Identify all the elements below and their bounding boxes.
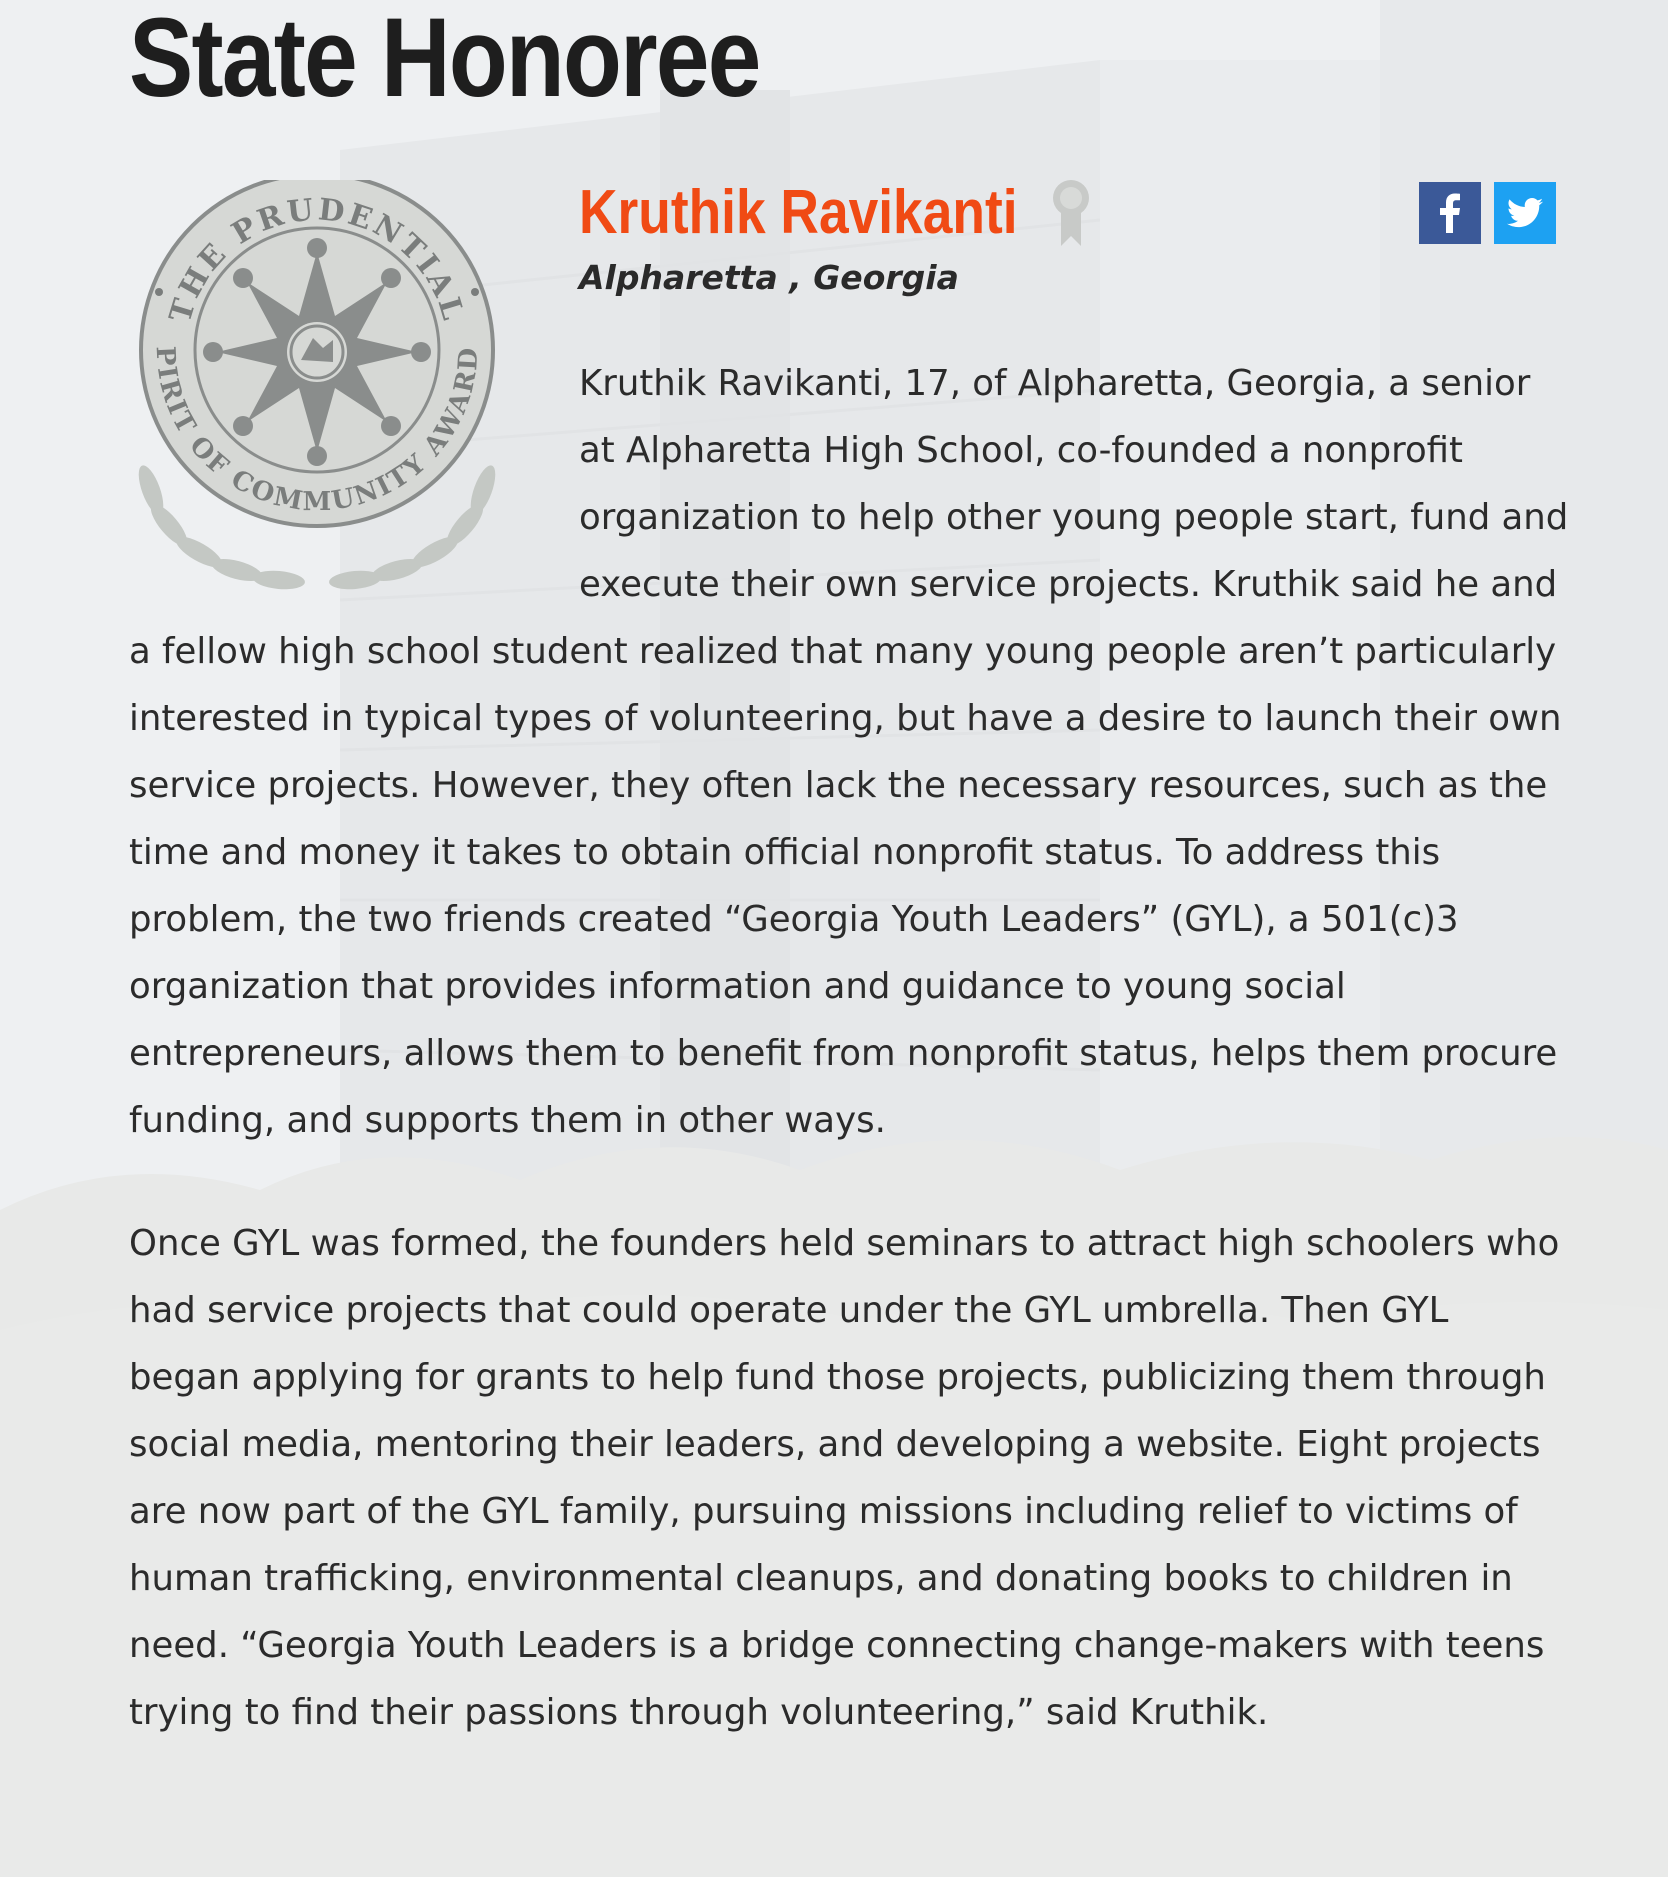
- honoree-name: Kruthik Ravikanti: [579, 178, 1018, 247]
- twitter-icon: [1507, 198, 1543, 228]
- page-title: State Honoree: [129, 0, 761, 120]
- share-buttons: [1419, 182, 1556, 244]
- award-ribbon-icon: [1052, 180, 1089, 246]
- seal-float-spacer: [129, 350, 579, 618]
- honoree-name-row: Kruthik Ravikanti: [579, 178, 1091, 248]
- story-paragraph-2: Once GYL was formed, the founders held s…: [129, 1223, 1560, 1733]
- honoree-location: Alpharetta , Georgia: [579, 258, 959, 297]
- honoree-story: Kruthik Ravikanti, 17, of Alpharetta, Ge…: [129, 350, 1569, 1746]
- facebook-share-button[interactable]: [1419, 182, 1481, 244]
- honoree-header: Kruthik Ravikanti Alpharetta , Georgia: [579, 178, 1091, 297]
- facebook-icon: [1440, 193, 1460, 233]
- twitter-share-button[interactable]: [1494, 182, 1556, 244]
